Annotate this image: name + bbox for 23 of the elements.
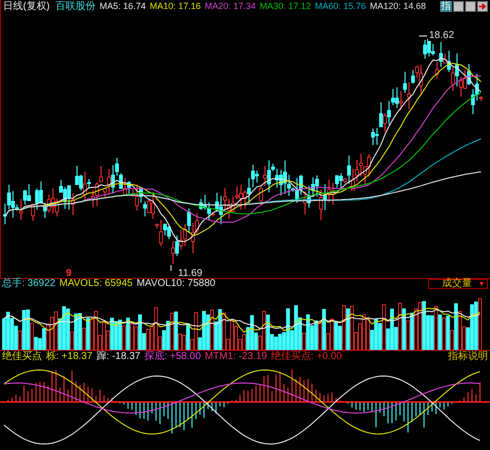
ma-value: MA60: 15.76 — [314, 2, 366, 11]
volume-value: MAVOL10: 75880 — [136, 279, 216, 289]
ma-value: MA5: 16.74 — [100, 2, 146, 11]
low-price-label: 11.69 — [178, 269, 202, 279]
date-marker: 9 — [66, 269, 72, 279]
ma-value: MA30: 17.12 — [260, 2, 311, 11]
indicator-button[interactable]: 指 — [440, 1, 452, 12]
indicator-value: 绝佳买点: +0.00 — [271, 352, 342, 362]
exit-icon[interactable] — [477, 1, 488, 12]
indicator-value: 蹿: -18.37 — [96, 352, 140, 362]
ma-value: MA10: 17.16 — [150, 2, 201, 11]
indicator-value: 栎: +18.37 — [46, 352, 92, 362]
stock-name: 百联股份 — [56, 2, 96, 12]
ma-value: MA120: 14.68 — [370, 2, 426, 11]
indicator-value: 探底: +58.00 — [144, 352, 201, 362]
ma-value: MA20: 17.34 — [204, 2, 256, 11]
high-price-label: 18.62 — [428, 31, 456, 41]
volume-value: MAVOL5: 65945 — [59, 279, 133, 289]
help-link[interactable]: 指标说明 — [448, 352, 488, 362]
indicator-value: 绝佳买点 — [2, 352, 42, 362]
indicator-value: MTM1: -23.19 — [204, 352, 268, 362]
period-label: 日线(复权) — [3, 2, 50, 12]
volume-value: 总手: 36922 — [2, 279, 56, 289]
